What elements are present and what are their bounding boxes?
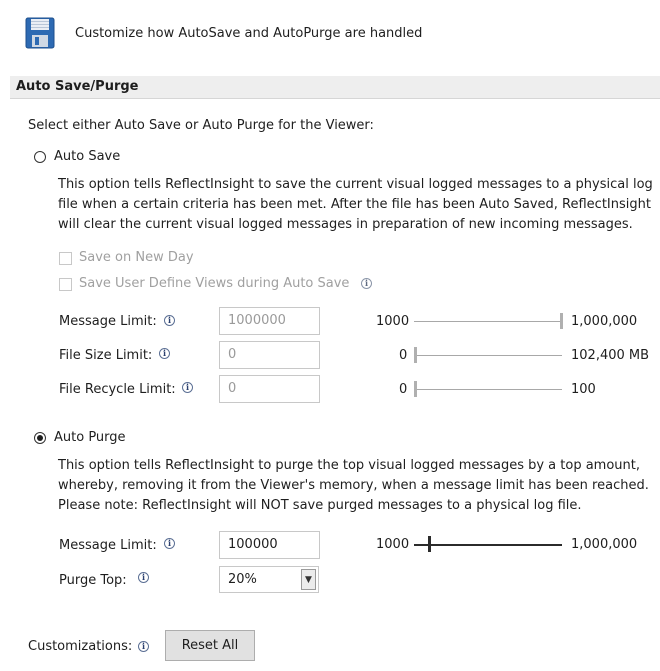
customizations-info-icon[interactable]: i bbox=[138, 641, 149, 652]
autosave-label[interactable]: Auto Save bbox=[54, 149, 120, 165]
autopurge-radio[interactable] bbox=[34, 432, 46, 444]
as-message-limit-info-icon[interactable]: i bbox=[164, 315, 175, 326]
file-size-limit-label: File Size Limit: bbox=[59, 348, 153, 363]
section-header: Auto Save/Purge bbox=[10, 76, 660, 99]
ap-message-limit-input[interactable]: 100000 bbox=[219, 531, 320, 559]
as-message-limit-slider-track[interactable] bbox=[414, 321, 562, 322]
save-views-label[interactable]: Save User Define Views during Auto Save bbox=[79, 276, 349, 292]
save-views-checkbox[interactable] bbox=[59, 278, 72, 291]
file-recycle-limit-slider-track[interactable] bbox=[417, 389, 562, 390]
reset-all-button[interactable]: Reset All bbox=[165, 630, 255, 661]
file-recycle-limit-input[interactable]: 0 bbox=[219, 375, 320, 403]
as-message-limit-input[interactable]: 1000000 bbox=[219, 307, 320, 335]
purge-top-select[interactable]: 20% ▼ bbox=[219, 566, 319, 593]
header-description: Customize how AutoSave and AutoPurge are… bbox=[75, 26, 423, 41]
ap-message-limit-slider-track[interactable] bbox=[414, 544, 562, 546]
ap-message-limit-slider-thumb[interactable] bbox=[428, 536, 431, 552]
floppy-disk-icon bbox=[25, 17, 55, 49]
save-views-info-icon[interactable]: i bbox=[361, 278, 372, 289]
file-recycle-limit-max: 100 bbox=[571, 382, 596, 397]
purge-top-info-icon[interactable]: i bbox=[138, 572, 149, 583]
file-size-limit-min: 0 bbox=[399, 348, 408, 363]
purge-top-value: 20% bbox=[228, 572, 257, 587]
as-message-limit-label: Message Limit: bbox=[59, 314, 157, 329]
section-title: Auto Save/Purge bbox=[16, 79, 139, 94]
ap-message-limit-label: Message Limit: bbox=[59, 538, 157, 553]
as-message-limit-slider-thumb[interactable] bbox=[560, 313, 563, 329]
as-message-limit-max: 1,000,000 bbox=[571, 314, 638, 329]
intro-text: Select either Auto Save or Auto Purge fo… bbox=[28, 118, 374, 133]
file-size-limit-info-icon[interactable]: i bbox=[159, 348, 170, 359]
save-new-day-label[interactable]: Save on New Day bbox=[79, 250, 194, 266]
save-new-day-checkbox[interactable] bbox=[59, 252, 72, 265]
file-size-limit-max: 102,400 MB bbox=[571, 348, 650, 363]
autosave-radio[interactable] bbox=[34, 151, 46, 163]
file-recycle-limit-label: File Recycle Limit: bbox=[59, 382, 176, 397]
customizations-label: Customizations: bbox=[28, 639, 133, 654]
as-message-limit-min: 1000 bbox=[376, 314, 410, 329]
chevron-down-icon[interactable]: ▼ bbox=[301, 569, 316, 590]
file-size-limit-slider-track[interactable] bbox=[417, 355, 562, 356]
ap-message-limit-max: 1,000,000 bbox=[571, 537, 638, 552]
autopurge-description: This option tells ReflectInsight to purg… bbox=[58, 458, 649, 513]
autosave-description: This option tells ReflectInsight to save… bbox=[58, 177, 653, 232]
autopurge-label[interactable]: Auto Purge bbox=[54, 430, 126, 446]
file-recycle-limit-info-icon[interactable]: i bbox=[182, 382, 193, 393]
ap-message-limit-min: 1000 bbox=[376, 537, 410, 552]
file-recycle-limit-min: 0 bbox=[399, 382, 408, 397]
purge-top-label: Purge Top: bbox=[59, 573, 127, 588]
file-size-limit-input[interactable]: 0 bbox=[219, 341, 320, 369]
ap-message-limit-info-icon[interactable]: i bbox=[164, 538, 175, 549]
